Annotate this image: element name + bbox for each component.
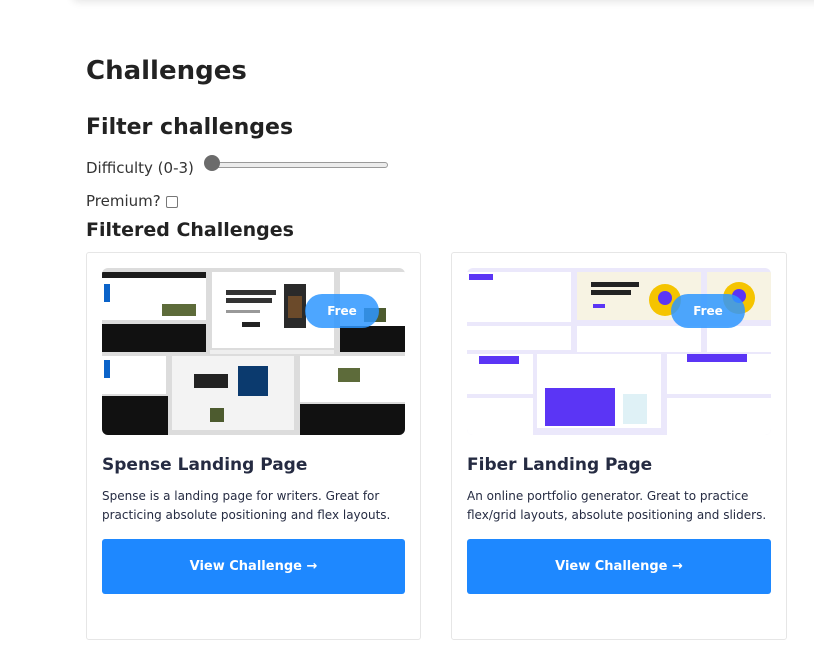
premium-label: Premium?: [86, 192, 161, 210]
premium-filter: Premium?: [86, 190, 178, 212]
free-badge: Free: [671, 294, 745, 328]
challenge-preview-image: Free: [467, 268, 771, 435]
view-challenge-button[interactable]: View Challenge →: [467, 539, 771, 594]
page-title: Challenges: [86, 56, 247, 86]
challenge-card-fiber: Free Fiber Landing Page An online portfo…: [451, 252, 787, 640]
difficulty-slider-thumb[interactable]: [203, 155, 220, 171]
premium-checkbox[interactable]: [165, 196, 178, 208]
difficulty-filter: Difficulty (0-3): [86, 155, 388, 179]
challenge-card-spense: Free Spense Landing Page Spense is a lan…: [86, 252, 421, 640]
difficulty-slider[interactable]: [203, 153, 388, 175]
free-badge: Free: [305, 294, 379, 328]
filtered-challenges-title: Filtered Challenges: [86, 219, 294, 241]
challenge-title: Fiber Landing Page: [467, 455, 653, 475]
challenge-title: Spense Landing Page: [102, 455, 308, 475]
challenge-description: Spense is a landing page for writers. Gr…: [102, 489, 391, 522]
challenge-preview-image: Free: [102, 268, 405, 435]
difficulty-slider-track[interactable]: [207, 162, 388, 168]
difficulty-label: Difficulty (0-3): [86, 159, 194, 177]
filter-section-title: Filter challenges: [86, 115, 294, 140]
challenge-description: An online portfolio generator. Great to …: [467, 489, 767, 522]
view-challenge-button[interactable]: View Challenge →: [102, 539, 405, 594]
